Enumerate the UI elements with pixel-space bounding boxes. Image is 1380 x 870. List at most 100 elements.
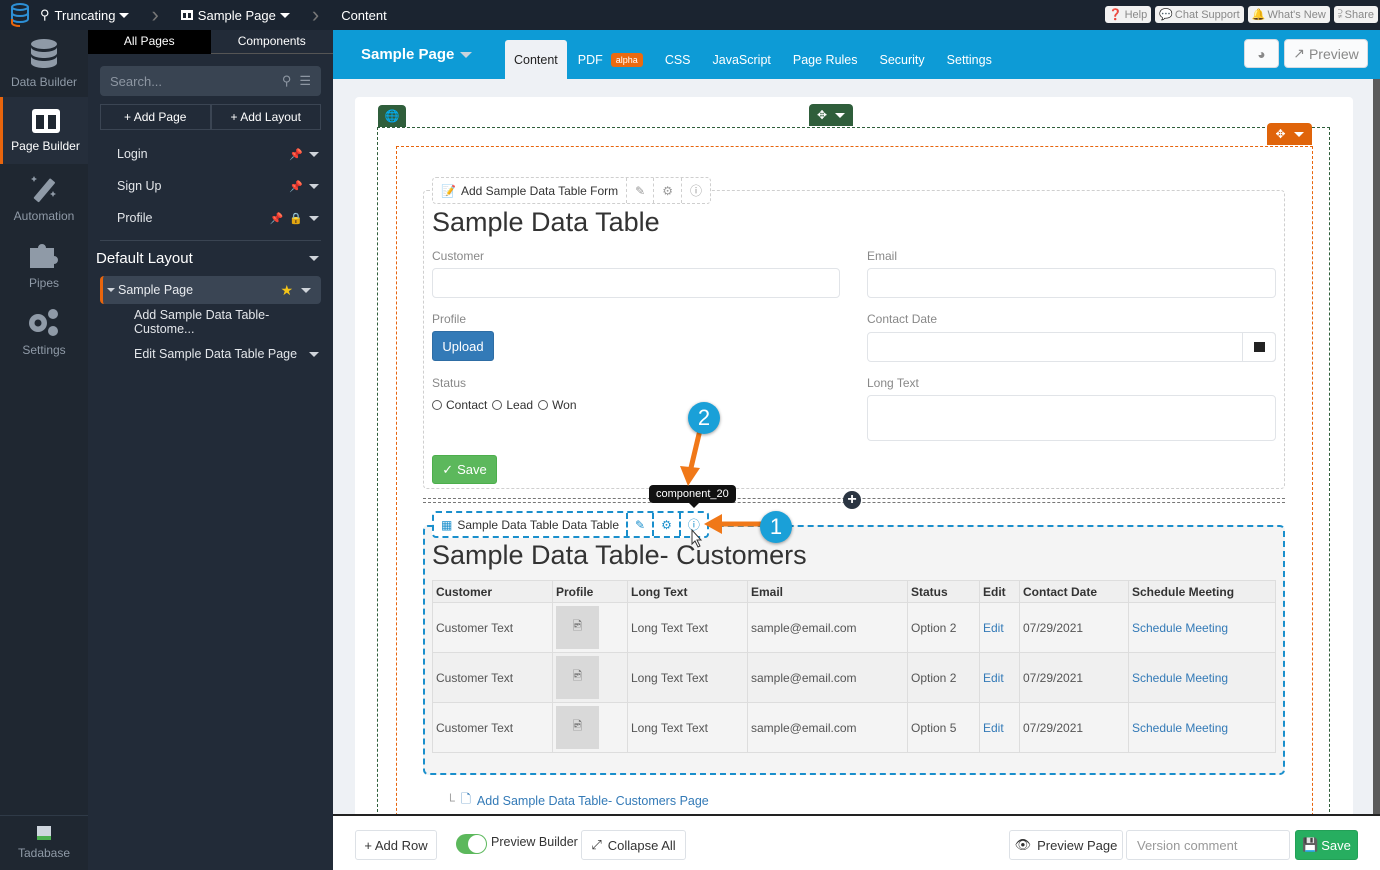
breadcrumb-current: Content [341, 7, 387, 23]
nav-page-builder[interactable]: Page Builder [0, 97, 88, 164]
page-item-login[interactable]: Login 📌 [88, 138, 333, 170]
radio-won[interactable] [538, 400, 549, 410]
gear-icon: ⚙ [661, 517, 672, 532]
version-comment-input[interactable]: Version comment [1126, 830, 1290, 860]
nav-pipes[interactable]: Pipes [0, 231, 88, 298]
section-globe-button[interactable]: 🌐 [378, 105, 406, 127]
section-move-button[interactable]: ✥ [809, 104, 853, 126]
app-logo-icon[interactable] [0, 0, 40, 30]
column-header[interactable]: Customer [432, 580, 553, 603]
edit-link[interactable]: Edit [983, 671, 1004, 685]
long-text-textarea[interactable] [867, 395, 1276, 441]
save-page-button[interactable]: 💾 Save [1295, 830, 1358, 860]
form-save-button[interactable]: ✓ Save [432, 455, 497, 484]
search-input[interactable]: Search... ⚲ ☰ [100, 66, 321, 96]
schedule-meeting-link[interactable]: Schedule Meeting [1132, 721, 1228, 735]
pin-icon[interactable]: 📌 [289, 148, 303, 161]
chevron-down-icon[interactable] [309, 256, 319, 261]
component-info-button[interactable]: ⓘ [680, 178, 710, 203]
column-header[interactable]: Status [907, 580, 980, 603]
tab-pdf[interactable]: PDF alpha [567, 40, 654, 79]
cell-customer: Customer Text [432, 652, 553, 703]
component-settings-button[interactable]: ⚙ [653, 178, 681, 203]
contact-date-input[interactable] [867, 332, 1276, 362]
column-header[interactable]: Edit [979, 580, 1020, 603]
long-text-label: Long Text [867, 376, 919, 390]
breadcrumb-page[interactable]: Sample Page [180, 8, 290, 23]
add-row-button[interactable]: + Add Row [355, 830, 437, 860]
nav-tadabase[interactable]: Tadabase [0, 815, 88, 870]
edit-link[interactable]: Edit [983, 621, 1004, 635]
edit-component-button[interactable]: ✎ [626, 178, 653, 203]
pencil-icon: ✎ [635, 183, 646, 198]
tab-components[interactable]: Components [210, 30, 333, 54]
filter-sliders-icon[interactable]: ☰ [299, 73, 311, 89]
chevron-down-icon[interactable] [309, 351, 319, 357]
tab-page-rules[interactable]: Page Rules [782, 40, 869, 79]
page-item-sample-page[interactable]: Sample Page ★ [100, 276, 321, 304]
column-header[interactable]: Schedule Meeting [1128, 580, 1276, 603]
tab-all-pages[interactable]: All Pages [88, 30, 211, 54]
upload-button[interactable]: Upload [432, 331, 494, 361]
add-page-button[interactable]: + Add Page [100, 104, 211, 130]
performance-button[interactable]: ◕ [1244, 39, 1279, 68]
share-button[interactable]: ⫌ Share [1333, 6, 1378, 23]
tab-css[interactable]: CSS [654, 40, 702, 79]
edit-link[interactable]: Edit [983, 721, 1004, 735]
table-component-toolbar: ▦ Sample Data Table Data Table ✎ ⚙ ⓘ [432, 511, 709, 538]
add-layout-button[interactable]: + Add Layout [210, 104, 321, 130]
table-component-label[interactable]: ▦ Sample Data Table Data Table [434, 513, 626, 536]
tab-content[interactable]: Content [505, 40, 567, 79]
page-item-sign-up[interactable]: Sign Up 📌 [88, 170, 333, 202]
nav-automation[interactable]: Automation [0, 164, 88, 231]
component-info-button[interactable]: ⓘ [678, 513, 707, 536]
cell-profile: 🖻 [552, 702, 628, 753]
child-page-link[interactable]: └ 🗋 Add Sample Data Table- Customers Pag… [446, 790, 709, 811]
tab-security[interactable]: Security [869, 40, 936, 79]
row-move-button[interactable]: ✥ [1267, 123, 1312, 145]
pin-icon[interactable]: 📌 [270, 212, 284, 225]
component-settings-button[interactable]: ⚙ [652, 513, 679, 536]
nav-data-builder[interactable]: Data Builder [0, 30, 88, 97]
whats-new-button[interactable]: 🔔 What's New [1247, 6, 1330, 23]
nav-settings[interactable]: Settings [0, 298, 88, 365]
preview-builder-toggle[interactable] [456, 834, 487, 854]
chat-support-button[interactable]: 💬 Chat Support [1155, 6, 1244, 23]
scrollbar[interactable] [1373, 79, 1380, 814]
layout-default[interactable]: Default Layout [96, 240, 321, 276]
calendar-button[interactable] [1242, 332, 1276, 362]
pin-icon[interactable]: 📌 [289, 180, 303, 193]
info-icon: ⓘ [687, 518, 700, 532]
edit-component-button[interactable]: ✎ [626, 513, 652, 536]
collapse-all-button[interactable]: ⤢ Collapse All [581, 830, 686, 860]
page-title-dropdown[interactable]: Sample Page [361, 46, 473, 63]
tab-javascript[interactable]: JavaScript [702, 40, 782, 79]
add-column-button[interactable]: + [843, 491, 861, 509]
breadcrumb-app[interactable]: ⚲ Truncating [40, 7, 130, 23]
schedule-meeting-link[interactable]: Schedule Meeting [1132, 671, 1228, 685]
column-header[interactable]: Long Text [627, 580, 748, 603]
schedule-meeting-link[interactable]: Schedule Meeting [1132, 621, 1228, 635]
preview-button[interactable]: ↗ Preview [1284, 39, 1368, 68]
chevron-down-icon[interactable] [309, 151, 319, 157]
tab-settings[interactable]: Settings [936, 40, 1003, 79]
help-button[interactable]: ❓ Help [1104, 6, 1152, 23]
radio-lead[interactable] [492, 400, 503, 410]
customer-input[interactable] [432, 268, 840, 298]
subpage-item[interactable]: Add Sample Data Table- Custome... [88, 306, 333, 338]
email-input[interactable] [867, 268, 1276, 298]
column-header[interactable]: Profile [552, 580, 628, 603]
annotation-marker-2: 2 [688, 402, 720, 434]
radio-contact[interactable] [432, 400, 442, 410]
chevron-down-icon[interactable] [309, 183, 319, 189]
caret-down-icon[interactable] [107, 288, 115, 292]
chevron-down-icon[interactable] [301, 287, 311, 293]
star-icon[interactable]: ★ [280, 282, 293, 299]
page-item-profile[interactable]: Profile 📌 🔒 [88, 202, 333, 234]
column-header[interactable]: Contact Date [1019, 580, 1129, 603]
subpage-item[interactable]: Edit Sample Data Table Page [88, 338, 333, 370]
preview-page-button[interactable]: 👁 Preview Page [1009, 830, 1123, 860]
chevron-down-icon[interactable] [309, 215, 319, 221]
column-header[interactable]: Email [747, 580, 908, 603]
form-component-label[interactable]: 📝 Add Sample Data Table Form [433, 178, 626, 203]
